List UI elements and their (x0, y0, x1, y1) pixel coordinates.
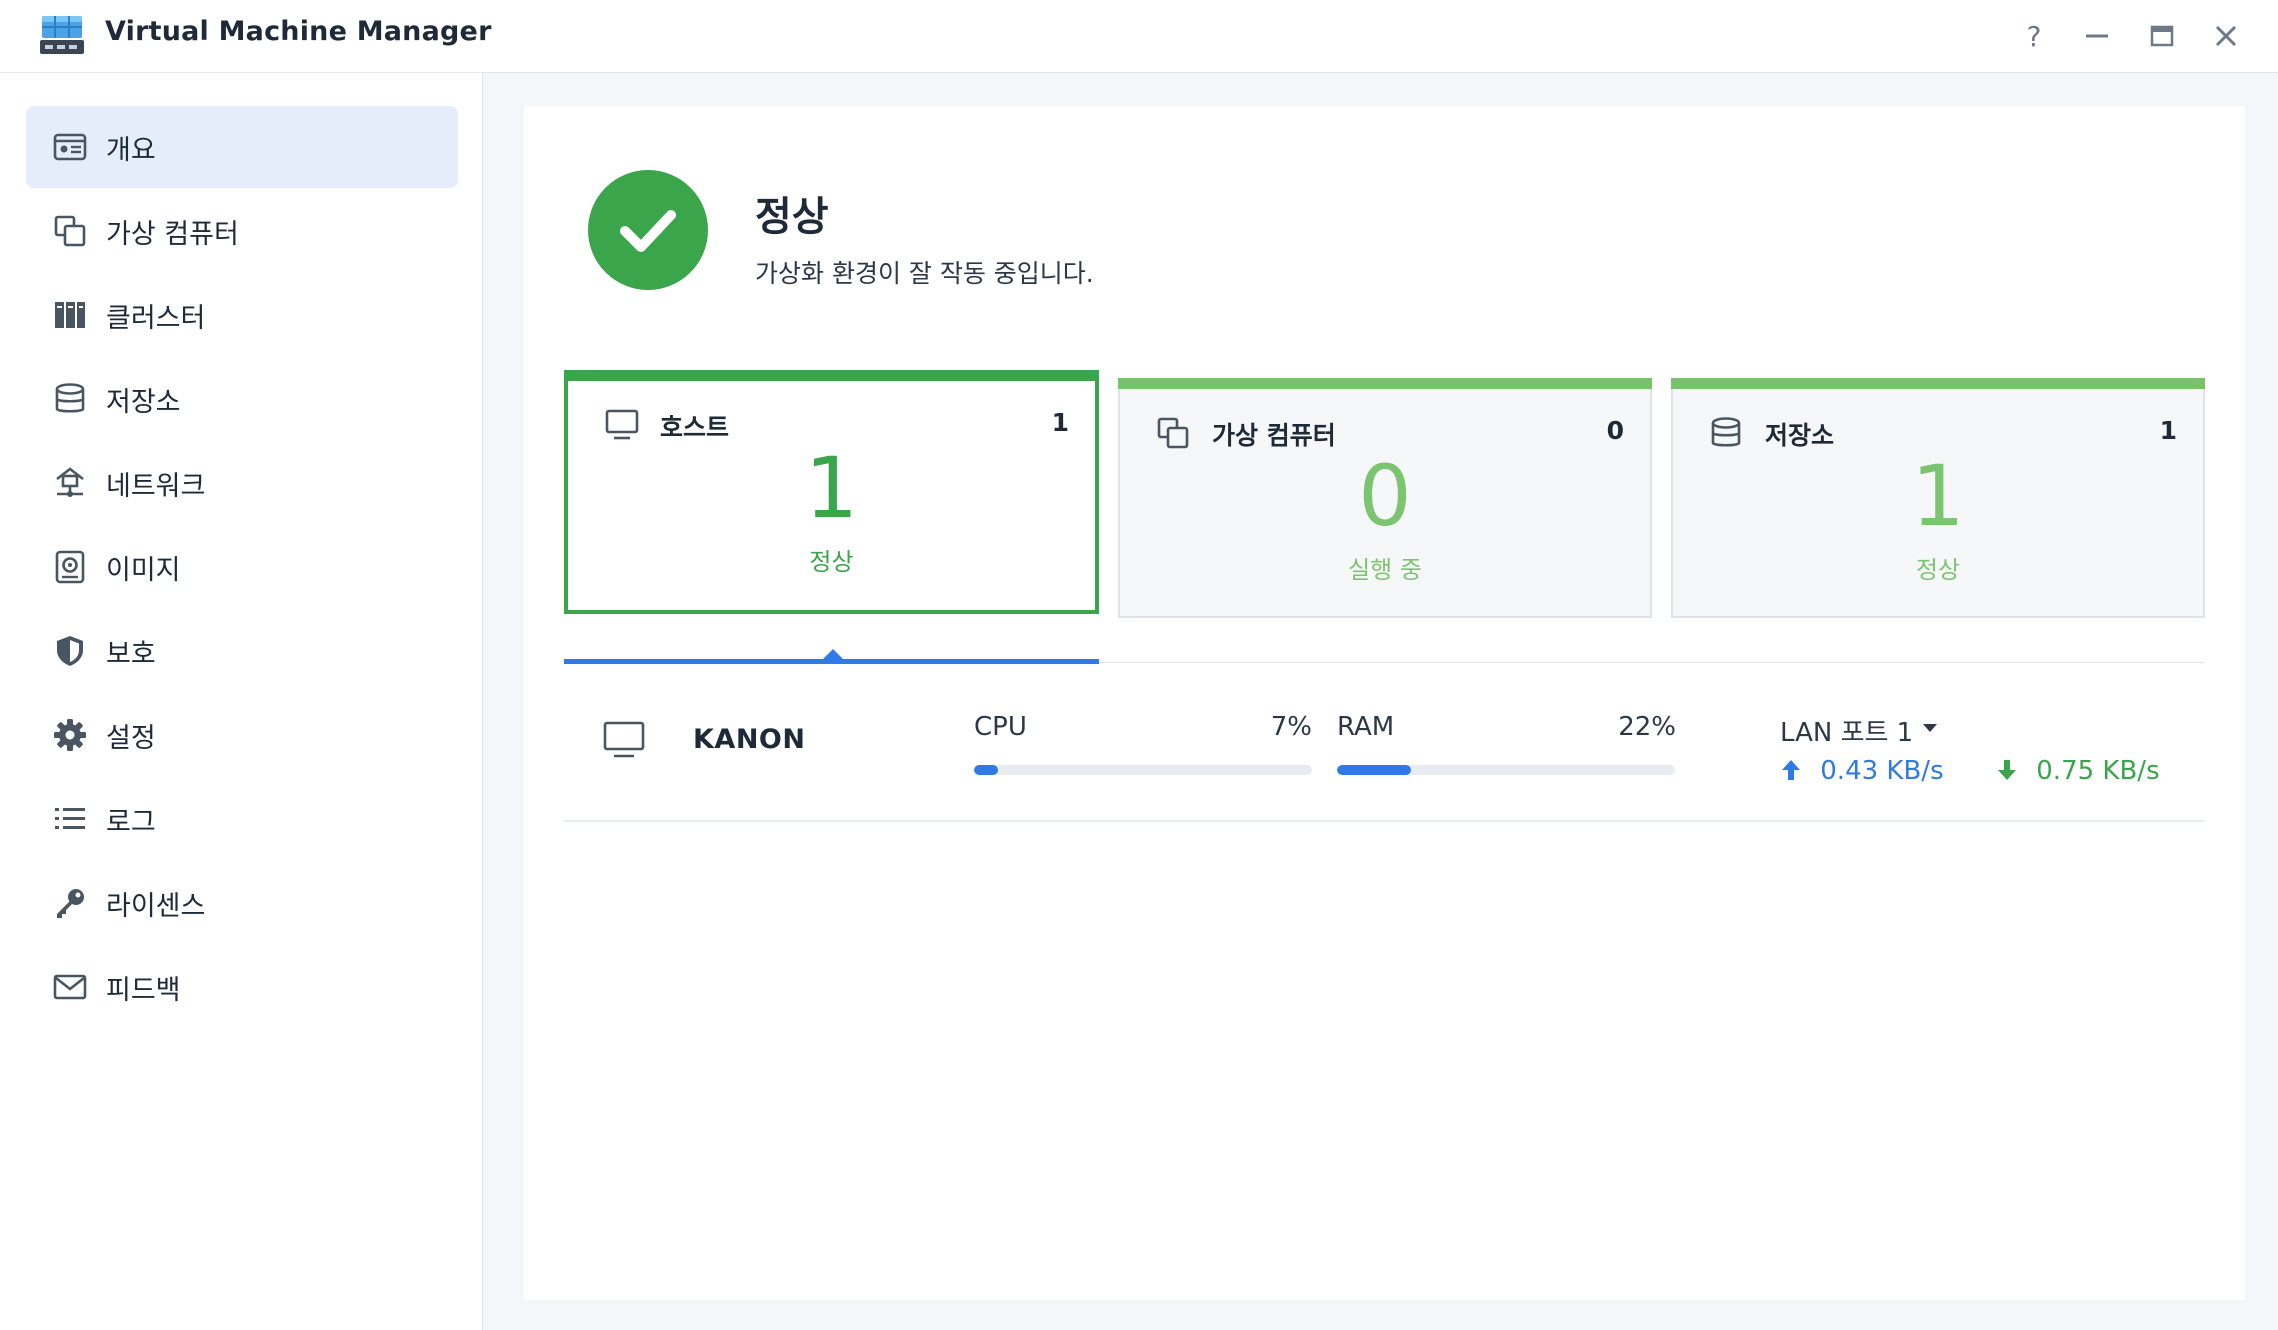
download-speed-value: 0.75 KB/s (2036, 756, 2160, 786)
cluster-icon (52, 297, 88, 333)
card-status-bar (1671, 378, 2205, 389)
cpu-usage-bar (974, 765, 1312, 775)
sidebar-item-label: 네트워크 (106, 470, 206, 502)
sidebar-item-cluster[interactable]: 클러스터 (26, 274, 458, 356)
card-state: 실행 중 (1348, 556, 1422, 584)
close-icon (2215, 25, 2237, 47)
card-storage[interactable]: 저장소 1 1 정상 (1671, 378, 2205, 618)
maximize-icon (2150, 25, 2174, 47)
sidebar-item-overview[interactable]: 개요 (26, 106, 458, 188)
cpu-usage-fill (974, 765, 998, 775)
sidebar-item-label: 피드백 (106, 974, 181, 1006)
sidebar-item-storage[interactable]: 저장소 (26, 358, 458, 440)
card-title: 호스트 (660, 413, 730, 442)
card-big-number: 0 (1358, 447, 1412, 545)
maximize-button[interactable] (2140, 14, 2184, 58)
card-status-bar (564, 370, 1099, 381)
mail-icon (52, 969, 88, 1005)
storage-icon (1709, 416, 1743, 454)
lan-port-select[interactable]: LAN 포트 1 (1780, 712, 1938, 749)
card-count: 1 (1051, 408, 1069, 437)
virtual-machine-icon (1156, 416, 1190, 454)
arrow-down-icon (1998, 760, 2016, 780)
sidebar-item-log[interactable]: 로그 (26, 778, 458, 860)
cpu-label: CPU (974, 712, 1027, 742)
cpu-value: 7% (1270, 712, 1312, 742)
upload-speed: 0.43 KB/s (1780, 756, 1944, 786)
card-state: 정상 (1915, 556, 1961, 584)
monitor-icon (602, 720, 646, 764)
card-big-number: 1 (804, 439, 859, 537)
card-count: 0 (1606, 416, 1624, 445)
sidebar-item-network[interactable]: 네트워크 (26, 442, 458, 524)
host-row[interactable]: KANON CPU 7% RAM 22% LAN 포트 1 0.43 KB/s … (564, 664, 2205, 822)
gear-icon (52, 717, 88, 753)
title-bar: Virtual Machine Manager ? (0, 0, 2278, 73)
network-icon (52, 465, 88, 501)
help-button[interactable]: ? (2012, 14, 2056, 58)
sidebar-item-settings[interactable]: 설정 (26, 694, 458, 776)
card-count: 1 (2159, 416, 2177, 445)
sidebar-item-label: 보호 (106, 638, 156, 670)
ram-usage-fill (1337, 765, 1412, 775)
shield-icon (52, 633, 88, 669)
ram-label: RAM (1337, 712, 1395, 742)
sidebar: 개요 가상 컴퓨터 클러스터 저장소 네트워크 이미지 보호 설정 로그 라이센… (0, 73, 483, 1330)
card-title: 저장소 (1765, 421, 1835, 450)
status-title: 정상 (755, 194, 829, 240)
sidebar-item-label: 개요 (106, 134, 156, 166)
card-title: 가상 컴퓨터 (1212, 421, 1336, 450)
ram-usage-bar (1337, 765, 1675, 775)
status-subtitle: 가상화 환경이 잘 작동 중입니다. (755, 259, 1094, 288)
help-icon: ? (2026, 19, 2042, 53)
storage-icon (52, 381, 88, 417)
app-logo-icon (38, 10, 86, 62)
sidebar-item-protection[interactable]: 보호 (26, 610, 458, 692)
monitor-icon (604, 408, 640, 446)
overview-icon (52, 129, 88, 165)
list-icon (52, 801, 88, 837)
sidebar-item-virtual-machine[interactable]: 가상 컴퓨터 (26, 190, 458, 272)
app-title: Virtual Machine Manager (105, 16, 492, 47)
sidebar-item-label: 라이센스 (106, 890, 206, 922)
arrow-up-icon (1782, 760, 1800, 780)
download-speed: 0.75 KB/s (1996, 756, 2160, 786)
virtual-machine-icon (52, 213, 88, 249)
sidebar-item-image[interactable]: 이미지 (26, 526, 458, 608)
sidebar-item-label: 로그 (106, 806, 156, 838)
status-ok-icon (588, 170, 708, 290)
card-big-number: 1 (1911, 447, 1965, 545)
minimize-button[interactable] (2075, 14, 2119, 58)
card-virtual-machine[interactable]: 가상 컴퓨터 0 0 실행 중 (1118, 378, 1652, 618)
card-status-bar (1118, 378, 1652, 389)
overview-panel: 정상 가상화 환경이 잘 작동 중입니다. 호스트 1 1 정상 가상 컴퓨터 … (524, 106, 2245, 1300)
image-icon (52, 549, 88, 585)
card-host[interactable]: 호스트 1 1 정상 (564, 370, 1099, 614)
host-name: KANON (693, 724, 806, 755)
sidebar-item-feedback[interactable]: 피드백 (26, 946, 458, 1028)
card-state: 정상 (809, 548, 854, 576)
sidebar-item-label: 저장소 (106, 386, 181, 418)
lan-port-label: LAN 포트 1 (1780, 718, 1914, 748)
sidebar-item-label: 이미지 (106, 554, 181, 586)
tab-caret-icon (823, 649, 843, 659)
minimize-icon (2086, 34, 2108, 38)
sidebar-item-license[interactable]: 라이센스 (26, 862, 458, 944)
chevron-down-icon (1923, 723, 1938, 732)
key-icon (52, 885, 88, 921)
sidebar-item-label: 가상 컴퓨터 (106, 218, 239, 250)
upload-speed-value: 0.43 KB/s (1820, 756, 1944, 786)
close-button[interactable] (2204, 14, 2248, 58)
sidebar-item-label: 설정 (106, 722, 156, 754)
sidebar-item-label: 클러스터 (106, 302, 206, 334)
ram-value: 22% (1618, 712, 1676, 742)
